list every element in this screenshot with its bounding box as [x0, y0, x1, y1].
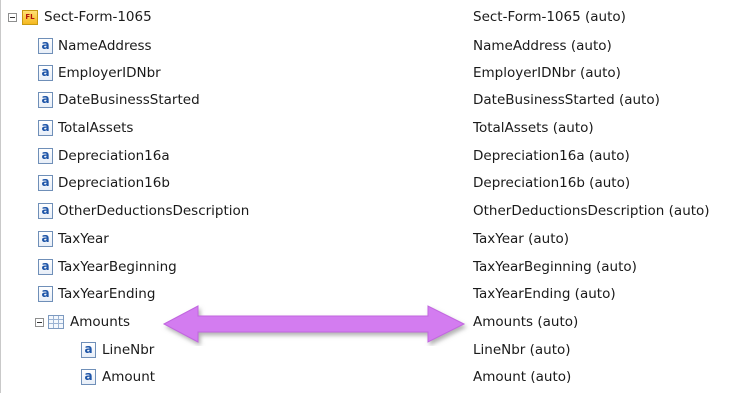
attribute-icon: a: [38, 286, 53, 302]
node-name: Depreciation16a: [58, 148, 170, 164]
tree-row-field[interactable]: a DateBusinessStarted DateBusinessStarte…: [0, 89, 746, 116]
node-type: OtherDeductionsDescription (auto): [473, 203, 710, 219]
tree-row-field[interactable]: a EmployerIDNbr EmployerIDNbr (auto): [0, 62, 746, 89]
collapse-icon[interactable]: [8, 13, 17, 22]
node-type: NameAddress (auto): [473, 38, 612, 54]
node-type: DateBusinessStarted (auto): [473, 92, 660, 108]
tree-row-field[interactable]: a Depreciation16a Depreciation16a (auto): [0, 145, 746, 172]
node-type: TotalAssets (auto): [473, 120, 594, 136]
node-type: Depreciation16b (auto): [473, 175, 631, 191]
attribute-icon: a: [38, 38, 53, 54]
node-name: TaxYear: [58, 231, 109, 247]
node-name: TaxYearEnding: [58, 286, 156, 302]
attribute-icon: a: [38, 148, 53, 164]
node-name: NameAddress: [58, 38, 152, 54]
node-name: LineNbr: [102, 342, 155, 358]
attribute-icon: a: [38, 231, 53, 247]
attribute-icon: a: [38, 120, 53, 136]
node-name: Depreciation16b: [58, 175, 170, 191]
tree-row-field[interactable]: a OtherDeductionsDescription OtherDeduct…: [0, 200, 746, 227]
node-name: Sect-Form-1065: [44, 9, 152, 25]
tree-row-root[interactable]: FL Sect-Form-1065 Sect-Form-1065 (auto): [0, 6, 746, 33]
tree-row-field[interactable]: a TotalAssets TotalAssets (auto): [0, 117, 746, 144]
attribute-icon: a: [81, 369, 96, 385]
node-name: Amounts: [70, 314, 131, 330]
node-type: EmployerIDNbr (auto): [473, 65, 621, 81]
attribute-icon: a: [38, 65, 53, 81]
attribute-icon: a: [81, 342, 96, 358]
node-type: Amounts (auto): [473, 314, 579, 330]
form-icon: FL: [22, 10, 38, 25]
grid-icon: [48, 315, 64, 329]
attribute-icon: a: [38, 203, 53, 219]
double-arrow-icon: [162, 305, 466, 343]
tree-row-field[interactable]: a TaxYearBeginning TaxYearBeginning (aut…: [0, 256, 746, 283]
node-name: TaxYearBeginning: [58, 259, 177, 275]
attribute-icon: a: [38, 92, 53, 108]
tree-row-field[interactable]: a TaxYear TaxYear (auto): [0, 228, 746, 255]
node-type: TaxYearEnding (auto): [473, 286, 616, 302]
node-type: Amount (auto): [473, 369, 572, 385]
tree-row-field[interactable]: a Depreciation16b Depreciation16b (auto): [0, 172, 746, 199]
collapse-icon[interactable]: [35, 318, 44, 327]
node-type: LineNbr (auto): [473, 342, 571, 358]
node-name: DateBusinessStarted: [58, 92, 200, 108]
node-name: EmployerIDNbr: [58, 65, 161, 81]
node-type: TaxYear (auto): [473, 231, 570, 247]
node-name: Amount: [102, 369, 156, 385]
attribute-icon: a: [38, 175, 53, 191]
tree-row-child[interactable]: a Amount Amount (auto): [0, 366, 746, 393]
node-name: OtherDeductionsDescription: [58, 203, 250, 219]
attribute-icon: a: [38, 259, 53, 275]
node-name: TotalAssets: [58, 120, 134, 136]
node-type: TaxYearBeginning (auto): [473, 259, 637, 275]
tree-row-field[interactable]: a NameAddress NameAddress (auto): [0, 35, 746, 62]
node-type: Sect-Form-1065 (auto): [473, 9, 626, 25]
node-type: Depreciation16a (auto): [473, 148, 630, 164]
